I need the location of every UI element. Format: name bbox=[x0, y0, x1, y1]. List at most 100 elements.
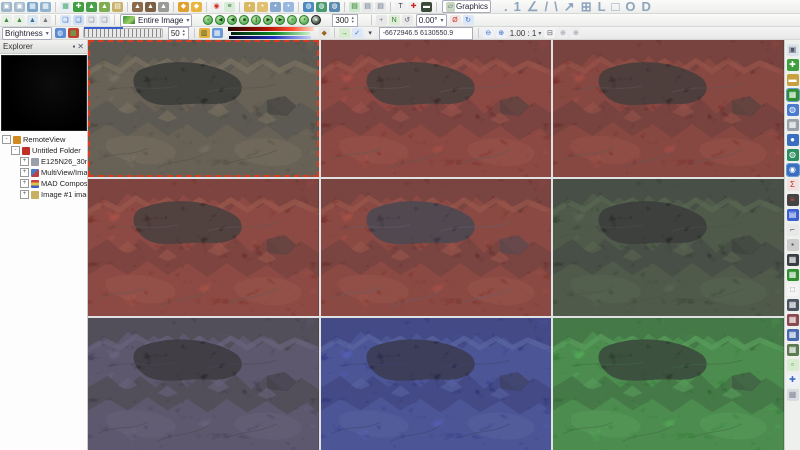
attribute-table-icon[interactable]: ▦ bbox=[60, 2, 71, 12]
first-frame-button[interactable]: « bbox=[203, 15, 213, 25]
small-blue-icon[interactable]: • bbox=[270, 2, 281, 12]
frame-rate-spinner[interactable]: 300 ▲▼ bbox=[332, 14, 357, 27]
coordinate-field[interactable]: -6672946.5 6130550.9 bbox=[379, 27, 473, 40]
statistics-icon[interactable]: Σ bbox=[787, 179, 799, 191]
angle-tool-icon[interactable]: ∠ bbox=[527, 0, 539, 14]
rgb-layers-icon[interactable]: ≡ bbox=[787, 194, 799, 206]
expand-icon[interactable]: + bbox=[20, 179, 29, 188]
photo-layer-icon[interactable]: ▤ bbox=[112, 2, 123, 12]
brightness-slider[interactable] bbox=[83, 28, 163, 38]
small-gold2-icon[interactable]: • bbox=[257, 2, 268, 12]
dark-swatch-icon[interactable]: ▬ bbox=[421, 2, 432, 12]
rotate-reset-icon[interactable]: ↺ bbox=[402, 15, 413, 25]
record-target-icon[interactable]: ◉ bbox=[211, 2, 222, 12]
brightness-spinner[interactable]: 50 ▲▼ bbox=[168, 27, 189, 40]
image-panel-9[interactable] bbox=[553, 318, 784, 450]
new-display-icon[interactable]: ▣ bbox=[1, 2, 12, 12]
fit-frame-button[interactable]: ⊟ bbox=[544, 28, 555, 38]
grid-light-icon[interactable]: ▦ bbox=[787, 389, 799, 401]
grid-arrows-icon[interactable]: ▦ bbox=[787, 119, 799, 131]
apply-arrow-icon[interactable]: → bbox=[339, 28, 350, 38]
contrast-image-icon[interactable]: ▦ bbox=[68, 28, 79, 38]
unlink-views-icon[interactable]: ❏ bbox=[99, 15, 110, 25]
pause-button[interactable]: ∥ bbox=[251, 15, 261, 25]
report-green-icon[interactable]: ▤ bbox=[349, 2, 360, 12]
terrain-image2-icon[interactable]: ▲ bbox=[145, 2, 156, 12]
image-panel-3[interactable] bbox=[553, 40, 784, 177]
profile-tool-icon[interactable]: ⌐ bbox=[787, 224, 799, 236]
backslash-line-tool-icon[interactable]: \ bbox=[554, 0, 558, 14]
image-panel-5[interactable] bbox=[321, 179, 552, 316]
add-image-layer-icon[interactable]: ▲ bbox=[1, 15, 12, 25]
thematic-map-icon[interactable]: ▲ bbox=[86, 2, 97, 12]
vegetation-icon[interactable]: ▲ bbox=[99, 2, 110, 12]
globe-frame-icon[interactable]: ◉ bbox=[787, 164, 799, 176]
zoom-ratio-label[interactable]: 1.00 : 1 ▾ bbox=[510, 29, 542, 38]
globe-window-icon[interactable]: ◍ bbox=[787, 104, 799, 116]
mini-green-icon[interactable]: ▫ bbox=[787, 359, 799, 371]
recenter-icon[interactable]: ✚ bbox=[787, 59, 799, 71]
enhance2-icon[interactable]: ◆ bbox=[191, 2, 202, 12]
rotate-view-icon[interactable]: ↻ bbox=[463, 15, 474, 25]
collapse-icon[interactable]: - bbox=[2, 135, 11, 144]
catalog-icon[interactable]: ▤ bbox=[787, 209, 799, 221]
tree-item-image1[interactable]: + Image #1 imagery_h bbox=[2, 189, 87, 200]
play-button[interactable]: ▶ bbox=[263, 15, 273, 25]
small-tool-icon[interactable]: ▪ bbox=[787, 239, 799, 251]
grid-tool-icon[interactable]: ⊞ bbox=[581, 0, 592, 14]
ellipse-tool-icon[interactable]: O bbox=[625, 0, 635, 14]
image-chip-alt-icon[interactable]: ▦ bbox=[40, 2, 51, 12]
marker-icon[interactable]: ◆ bbox=[319, 28, 330, 38]
globe-view-icon[interactable]: ● bbox=[787, 134, 799, 146]
prev-frame-button[interactable]: ◀ bbox=[215, 15, 225, 25]
step-forward-button[interactable]: ▶ bbox=[275, 15, 285, 25]
image-panel-7[interactable] bbox=[88, 318, 319, 450]
view-extent-combo[interactable]: Entire Image ▾ bbox=[120, 14, 192, 27]
auto-apply-checkbox[interactable]: ✓ bbox=[352, 28, 363, 38]
last-frame-button[interactable]: » bbox=[287, 15, 297, 25]
rectangle-tool-icon[interactable]: □ bbox=[612, 0, 620, 14]
line-tool-icon[interactable]: / bbox=[545, 0, 549, 14]
expand-icon[interactable]: + bbox=[20, 168, 29, 177]
small-gold-icon[interactable]: • bbox=[244, 2, 255, 12]
multiview-blue-icon[interactable]: ▦ bbox=[787, 329, 799, 341]
zoom-in-arrow-icon[interactable]: ⊕ bbox=[496, 28, 507, 38]
collapse-icon[interactable]: - bbox=[11, 146, 20, 155]
empty-window-icon[interactable]: □ bbox=[787, 284, 799, 296]
globe-green-icon[interactable]: ◍ bbox=[316, 2, 327, 12]
close-button[interactable]: ✕ bbox=[77, 43, 84, 51]
enhance-icon[interactable]: ◆ bbox=[178, 2, 189, 12]
color-ramp-widget[interactable] bbox=[228, 27, 314, 39]
spinner-arrows-icon[interactable]: ▲▼ bbox=[351, 16, 355, 24]
stop-button[interactable]: ■ bbox=[239, 15, 249, 25]
expand-icon[interactable]: + bbox=[20, 190, 29, 199]
terrain-image-icon[interactable]: ▲ bbox=[132, 2, 143, 12]
layer-props-icon[interactable]: ▲ bbox=[40, 15, 51, 25]
small-blue2-icon[interactable]: • bbox=[283, 2, 294, 12]
expand-icon[interactable]: + bbox=[20, 157, 29, 166]
spinner-arrows-icon[interactable]: ▲▼ bbox=[182, 29, 186, 37]
save-layer-icon[interactable]: ▲ bbox=[27, 15, 38, 25]
polygon-tool-icon[interactable]: D bbox=[642, 0, 651, 14]
band-swap-icon[interactable]: ▦ bbox=[212, 28, 223, 38]
roam-grid-icon[interactable]: ▦ bbox=[787, 89, 799, 101]
image-chip-icon[interactable]: ▦ bbox=[27, 2, 38, 12]
polyline-tool-icon[interactable]: L bbox=[598, 0, 606, 14]
image-panel-4[interactable] bbox=[88, 179, 319, 316]
text-annotation-icon[interactable]: T bbox=[395, 2, 406, 12]
link-views-icon[interactable]: ❏ bbox=[86, 15, 97, 25]
loop-button[interactable]: • bbox=[299, 15, 309, 25]
crosshair-red-icon[interactable]: ✚ bbox=[408, 2, 419, 12]
histogram-icon[interactable]: ▥ bbox=[199, 28, 210, 38]
image-panel-6[interactable] bbox=[553, 179, 784, 316]
tree-item-multiview[interactable]: + MultiView/ImageSta bbox=[2, 167, 87, 178]
multiview-red-icon[interactable]: ▦ bbox=[787, 314, 799, 326]
globe-layers-icon[interactable]: ◍ bbox=[787, 149, 799, 161]
globe-icon[interactable]: ◍ bbox=[303, 2, 314, 12]
band-list-icon[interactable]: ≡ bbox=[224, 2, 235, 12]
vertex-tool-icon[interactable]: 1 bbox=[514, 0, 521, 14]
graphics-combo[interactable]: ▱ Graphics bbox=[442, 0, 491, 13]
tree-item-remoteview[interactable]: - RemoteView bbox=[2, 134, 87, 145]
pin-button[interactable]: ▪ bbox=[72, 43, 75, 51]
tree-item-untitled-folder[interactable]: - Untitled Folder bbox=[2, 145, 87, 156]
